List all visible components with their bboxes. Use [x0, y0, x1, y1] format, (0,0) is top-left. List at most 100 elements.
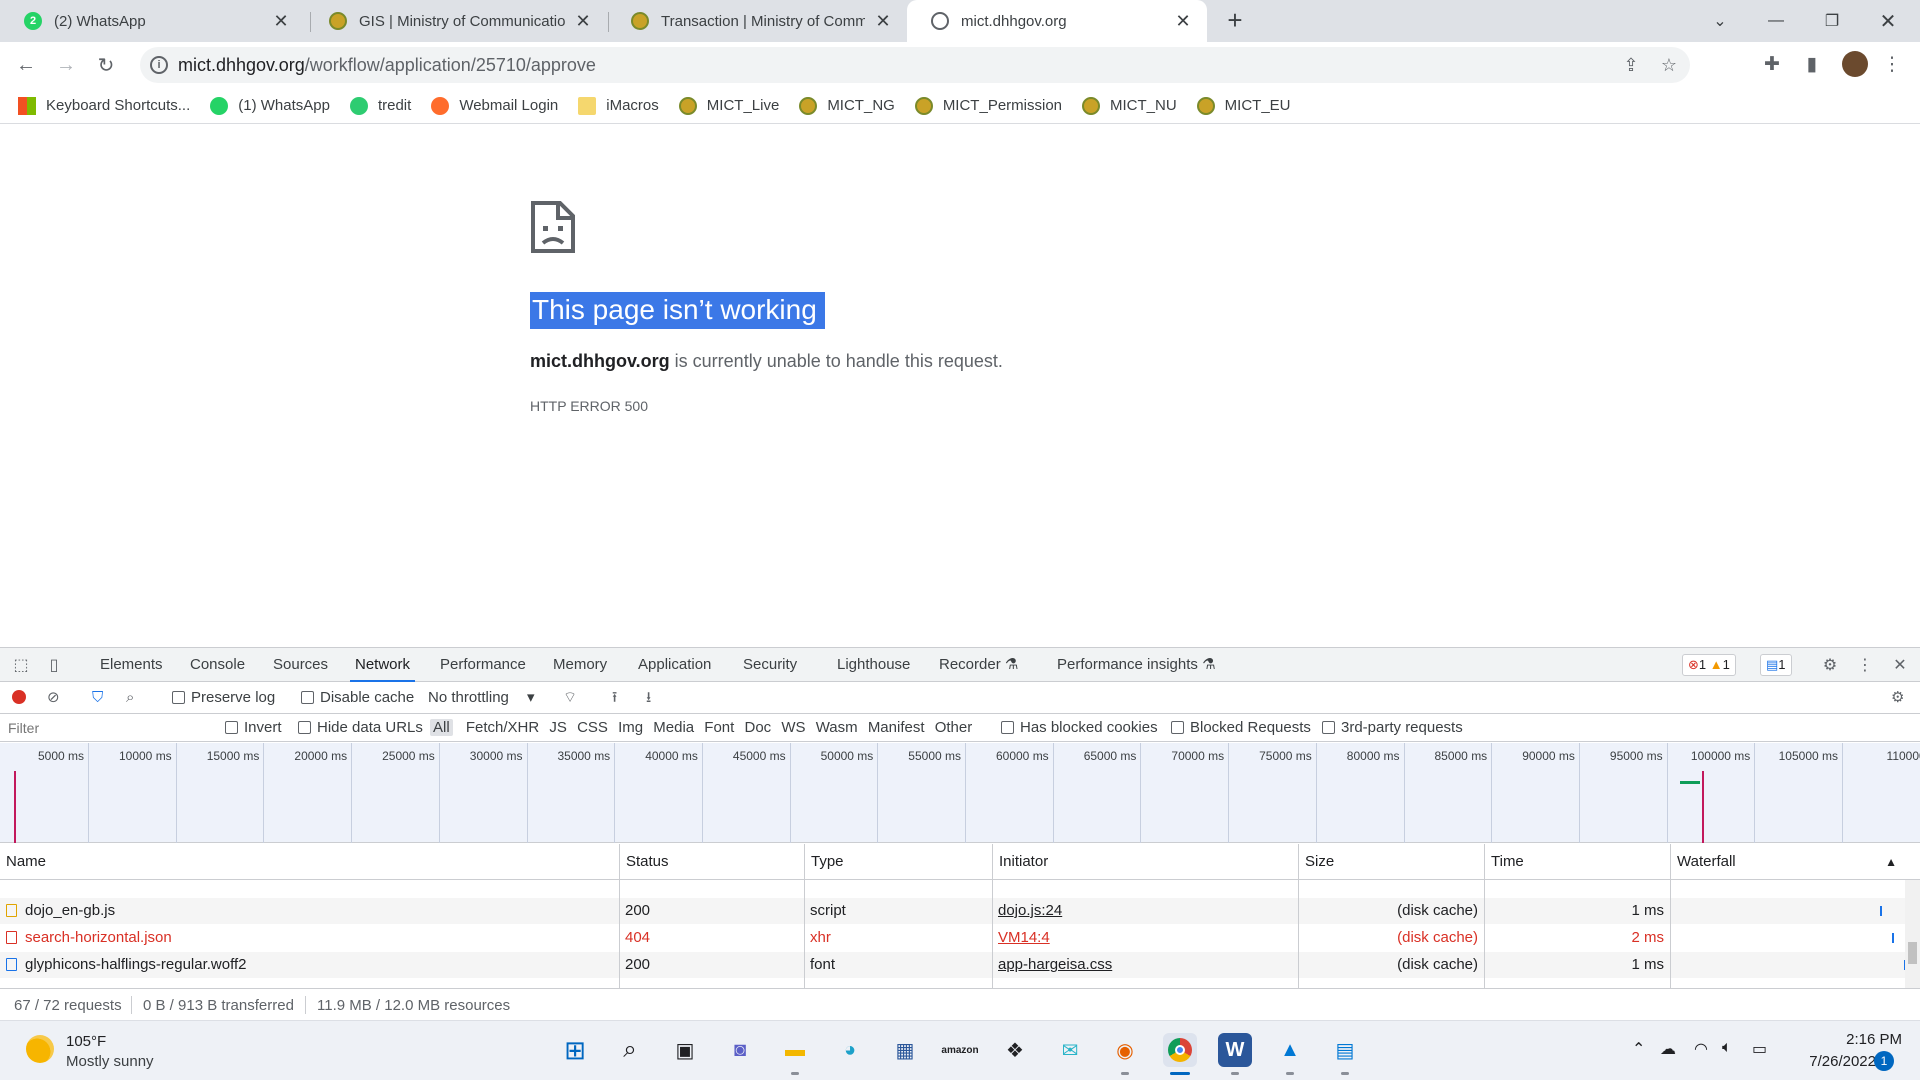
- filter-type-css[interactable]: CSS: [574, 719, 611, 736]
- tab-search-icon[interactable]: ⌄: [1692, 0, 1748, 42]
- close-icon[interactable]: ✕: [873, 11, 893, 32]
- side-panel-icon[interactable]: ▮: [1800, 53, 1824, 77]
- word-icon[interactable]: W: [1218, 1033, 1252, 1075]
- notification-badge[interactable]: 1: [1874, 1051, 1894, 1071]
- export-har-icon[interactable]: ⭳: [646, 682, 651, 714]
- bookmark-mict-live[interactable]: MICT_Live: [678, 96, 779, 115]
- chevron-up-icon[interactable]: ⌃: [1632, 1039, 1645, 1059]
- extensions-icon[interactable]: ✚: [1760, 53, 1784, 77]
- close-window-button[interactable]: ✕: [1860, 0, 1916, 42]
- notepad-icon[interactable]: ▤: [1328, 1033, 1362, 1075]
- restore-button[interactable]: ❐: [1804, 0, 1860, 42]
- table-row[interactable]: glyphicons-halflings-regular.woff2 200 fon…: [0, 952, 1906, 978]
- volume-icon[interactable]: 🔈︎: [1722, 1039, 1732, 1057]
- bookmark-tredit[interactable]: tredit: [349, 96, 411, 115]
- teams-chat-icon[interactable]: ◙: [723, 1033, 757, 1067]
- close-devtools-icon[interactable]: ✕: [1890, 655, 1910, 675]
- filter-type-wasm[interactable]: Wasm: [813, 719, 861, 736]
- cell-initiator[interactable]: VM14:4: [992, 925, 1298, 951]
- column-initiator[interactable]: Initiator: [992, 844, 1298, 880]
- devtools-tab-network[interactable]: Network: [350, 648, 416, 682]
- start-icon[interactable]: ⊞: [558, 1033, 592, 1067]
- hide-data-urls-checkbox[interactable]: Hide data URLs: [298, 714, 423, 742]
- weather-temperature[interactable]: 105°F: [66, 1033, 106, 1050]
- tab-gis[interactable]: GIS | Ministry of Communication ✕: [305, 0, 607, 42]
- address-bar[interactable]: i mict.dhhgov.org/workflow/application/2…: [140, 47, 1690, 83]
- network-overview-timeline[interactable]: 5000 ms 10000 ms 15000 ms 20000 ms 25000 ms 3…: [0, 743, 1920, 843]
- filter-type-font[interactable]: Font: [701, 719, 737, 736]
- profile-avatar[interactable]: [1842, 51, 1868, 77]
- filter-type-manifest[interactable]: Manifest: [865, 719, 928, 736]
- preserve-log-checkbox[interactable]: Preserve log: [172, 682, 275, 714]
- wifi-icon[interactable]: ◠: [1694, 1039, 1708, 1059]
- filter-type-all[interactable]: All: [430, 719, 453, 736]
- settings-icon[interactable]: ⚙: [1820, 655, 1840, 675]
- weather-icon[interactable]: [26, 1035, 54, 1063]
- file-explorer-icon[interactable]: ▬: [778, 1033, 812, 1075]
- scrollbar[interactable]: [1905, 880, 1920, 988]
- messages-counter[interactable]: ▤1: [1760, 654, 1792, 676]
- tab-transaction[interactable]: Transaction | Ministry of Commun ✕: [607, 0, 907, 42]
- devtools-tab-console[interactable]: Console: [190, 648, 245, 682]
- bookmark-webmail[interactable]: Webmail Login: [431, 96, 558, 115]
- store-icon[interactable]: ▦: [888, 1033, 922, 1067]
- bookmark-mict-eu[interactable]: MICT_EU: [1196, 96, 1291, 115]
- column-type[interactable]: Type: [804, 844, 992, 880]
- tab-active-mict[interactable]: mict.dhhgov.org ✕: [907, 0, 1207, 42]
- filter-type-fetch-xhr[interactable]: Fetch/XHR: [463, 719, 542, 736]
- filter-icon[interactable]: ⛉: [92, 682, 103, 714]
- edge-icon[interactable]: ◕: [833, 1033, 867, 1067]
- devtools-tab-application[interactable]: Application: [638, 648, 711, 682]
- network-conditions-icon[interactable]: ⌔: [563, 682, 577, 714]
- minimize-button[interactable]: —: [1748, 0, 1804, 42]
- bookmark-mict-nu[interactable]: MICT_NU: [1082, 96, 1177, 115]
- devtools-tab-memory[interactable]: Memory: [553, 648, 607, 682]
- device-toolbar-icon[interactable]: ▯: [44, 655, 64, 675]
- column-size[interactable]: Size: [1298, 844, 1484, 880]
- filter-type-ws[interactable]: WS: [778, 719, 808, 736]
- inspect-element-icon[interactable]: ⬚: [11, 655, 31, 675]
- devtools-tab-performance-insights[interactable]: Performance insights ⚗: [1057, 648, 1216, 682]
- disable-cache-checkbox[interactable]: Disable cache: [301, 682, 414, 714]
- filter-type-media[interactable]: Media: [650, 719, 697, 736]
- devtools-tab-elements[interactable]: Elements: [100, 648, 163, 682]
- clock-date[interactable]: 7/26/2022: [1780, 1053, 1876, 1070]
- record-button[interactable]: [12, 682, 26, 714]
- search-icon[interactable]: ⌕: [613, 1033, 647, 1067]
- scrollbar-thumb[interactable]: [1908, 942, 1917, 964]
- issues-counter[interactable]: ⊗1 ▲1: [1682, 654, 1736, 676]
- bookmark-whatsapp[interactable]: (1) WhatsApp: [210, 96, 330, 115]
- task-view-icon[interactable]: ▣: [668, 1033, 702, 1067]
- throttling-select[interactable]: No throttling ▾: [428, 682, 535, 714]
- forward-button[interactable]: →: [50, 49, 82, 81]
- bookmark-mict-ng[interactable]: MICT_NG: [799, 96, 895, 115]
- more-options-icon[interactable]: ⋮: [1855, 655, 1875, 675]
- filter-type-other[interactable]: Other: [932, 719, 976, 736]
- bookmark-imacros[interactable]: iMacros: [578, 96, 659, 115]
- column-name[interactable]: Name: [0, 844, 619, 880]
- battery-icon[interactable]: ▭: [1752, 1039, 1767, 1059]
- dropbox-icon[interactable]: ❖: [998, 1033, 1032, 1067]
- blocked-requests-checkbox[interactable]: Blocked Requests: [1171, 714, 1311, 742]
- amazon-icon[interactable]: amazon: [941, 1033, 978, 1067]
- menu-icon[interactable]: ⋮: [1880, 53, 1904, 77]
- invert-checkbox[interactable]: Invert: [225, 714, 282, 742]
- filter-type-js[interactable]: JS: [546, 719, 570, 736]
- share-icon[interactable]: ⇪: [1620, 55, 1642, 77]
- column-waterfall[interactable]: Waterfall ▲: [1670, 844, 1905, 880]
- search-icon[interactable]: ⌕: [126, 682, 134, 714]
- cell-initiator[interactable]: dojo.js:24: [992, 898, 1298, 924]
- table-row[interactable]: search-horizontal.json 404 xhr VM14:4 (disk …: [0, 925, 1905, 951]
- reload-button[interactable]: ↻: [90, 49, 122, 81]
- devtools-tab-performance[interactable]: Performance: [440, 648, 526, 682]
- address-url[interactable]: mict.dhhgov.org/workflow/application/257…: [178, 55, 596, 76]
- back-button[interactable]: ←: [10, 49, 42, 81]
- cell-initiator[interactable]: app-hargeisa.css: [992, 952, 1298, 978]
- has-blocked-cookies-checkbox[interactable]: Has blocked cookies: [1001, 714, 1158, 742]
- table-row[interactable]: dojo_en-gb.js 200 script dojo.js:24 (disk ca…: [0, 898, 1905, 924]
- devtools-tab-security[interactable]: Security: [743, 648, 797, 682]
- bookmark-star-icon[interactable]: ☆: [1658, 55, 1680, 77]
- import-har-icon[interactable]: ⭱: [612, 682, 617, 714]
- close-icon[interactable]: ✕: [1173, 11, 1193, 32]
- third-party-checkbox[interactable]: 3rd-party requests: [1322, 714, 1463, 742]
